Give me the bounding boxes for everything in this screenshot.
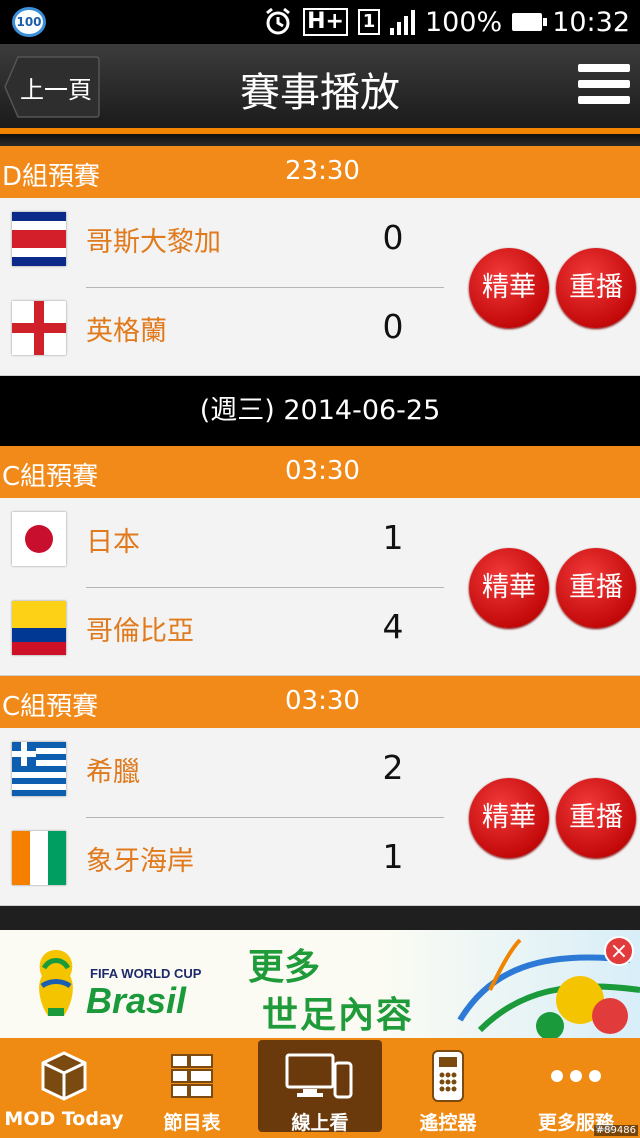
more-dots-icon <box>551 1070 601 1082</box>
ad-fifa-text: FIFA WORLD CUP <box>90 966 202 981</box>
team-name: 日本 <box>86 527 140 558</box>
replay-button[interactable]: 重播 <box>556 548 636 628</box>
team-name: 哥斯大黎加 <box>86 227 221 258</box>
remote-icon <box>432 1050 464 1102</box>
match-list[interactable]: D組預賽 23:30 哥斯大黎加 0 英格蘭 0 精華 重播 (週三) 2014… <box>0 134 640 930</box>
ad-banner[interactable]: FIFA WORLD CUP Brasil 更多 世足內容 × <box>0 930 640 1038</box>
england-flag-icon <box>12 301 66 355</box>
team-score: 2 <box>382 748 404 787</box>
team-score: 1 <box>382 518 404 557</box>
nav-remote[interactable]: 遙控器 <box>384 1038 512 1138</box>
signal-icon <box>389 9 415 35</box>
notification-badge: 100 <box>12 7 46 37</box>
match-time: 23:30 <box>285 156 360 186</box>
team-row: 哥倫比亞 4 <box>0 587 445 676</box>
battery-percent: 100% <box>424 6 503 38</box>
battery-icon <box>512 13 548 31</box>
team-row: 希臘 2 <box>0 728 445 817</box>
group-name: C組預賽 <box>2 462 99 492</box>
team-row: 哥斯大黎加 0 <box>0 198 445 287</box>
nav-program-guide[interactable]: 節目表 <box>128 1038 256 1138</box>
sim-icon: 1 <box>357 9 380 35</box>
cube-box-icon <box>41 1051 87 1101</box>
nav-mod-today[interactable]: MOD Today <box>0 1038 128 1138</box>
clock: 10:32 <box>552 6 630 38</box>
highlight-button[interactable]: 精華 <box>469 548 549 628</box>
alarm-icon <box>266 7 291 35</box>
match-card: 哥斯大黎加 0 英格蘭 0 精華 重播 <box>0 198 640 376</box>
match-card: 日本 1 哥倫比亞 4 精華 重播 <box>0 498 640 676</box>
match-time: 03:30 <box>285 456 360 486</box>
status-bar: 100 H+ 1 100% 10:32 <box>0 0 640 44</box>
replay-button[interactable]: 重播 <box>556 248 636 328</box>
ivory-coast-flag-icon <box>12 831 66 885</box>
match-card: 希臘 2 象牙海岸 1 精華 重播 <box>0 728 640 906</box>
world-cup-logo-icon <box>39 950 73 1016</box>
team-score: 4 <box>382 607 404 646</box>
ad-brasil-text: Brasil <box>86 980 187 1021</box>
nav-label: 線上看 <box>291 1112 349 1134</box>
nav-watch-online[interactable]: 線上看 <box>256 1038 384 1138</box>
team-row: 日本 1 <box>0 498 445 587</box>
costa-rica-flag-icon <box>12 212 66 266</box>
app-header: 上一頁 賽事播放 <box>0 44 640 130</box>
greece-flag-icon <box>12 742 66 796</box>
ad-close-icon[interactable]: × <box>604 936 634 966</box>
page-title: 賽事播放 <box>240 70 400 116</box>
team-score: 0 <box>382 307 404 346</box>
match-time: 03:30 <box>285 686 360 716</box>
nav-label: 遙控器 <box>419 1112 477 1134</box>
hamburger-menu-icon[interactable] <box>578 64 630 110</box>
group-name: D組預賽 <box>2 162 101 192</box>
watermark: #89486 <box>593 1125 638 1136</box>
team-name: 哥倫比亞 <box>86 616 194 647</box>
nav-label: MOD Today <box>4 1108 124 1130</box>
nav-more-services[interactable]: 更多服務 <box>512 1038 640 1138</box>
group-header: C組預賽 03:30 <box>0 446 640 498</box>
group-name: C組預賽 <box>2 692 99 722</box>
team-score: 1 <box>382 837 404 876</box>
nav-label: 節目表 <box>163 1112 221 1134</box>
ad-subheadline: 世足內容 <box>262 995 415 1036</box>
network-type-icon: H+ <box>303 8 348 36</box>
group-header: C組預賽 03:30 <box>0 676 640 728</box>
team-row: 英格蘭 0 <box>0 287 445 376</box>
group-header: D組預賽 23:30 <box>0 146 640 198</box>
monitor-phone-icon <box>285 1053 353 1099</box>
grid-list-icon <box>171 1054 213 1098</box>
date-header: (週三) 2014-06-25 <box>0 376 640 446</box>
highlight-button[interactable]: 精華 <box>469 778 549 858</box>
team-name: 希臘 <box>86 757 140 788</box>
team-name: 象牙海岸 <box>86 846 194 877</box>
replay-button[interactable]: 重播 <box>556 778 636 858</box>
bottom-nav: MOD Today 節目表 線上看 遙控器 更多服務 #89486 <box>0 1038 640 1138</box>
japan-flag-icon <box>12 512 66 566</box>
colombia-flag-icon <box>12 601 66 655</box>
team-row: 象牙海岸 1 <box>0 817 445 906</box>
highlight-button[interactable]: 精華 <box>469 248 549 328</box>
team-score: 0 <box>382 218 404 257</box>
team-name: 英格蘭 <box>86 316 167 347</box>
ad-headline: 更多 <box>248 947 321 988</box>
